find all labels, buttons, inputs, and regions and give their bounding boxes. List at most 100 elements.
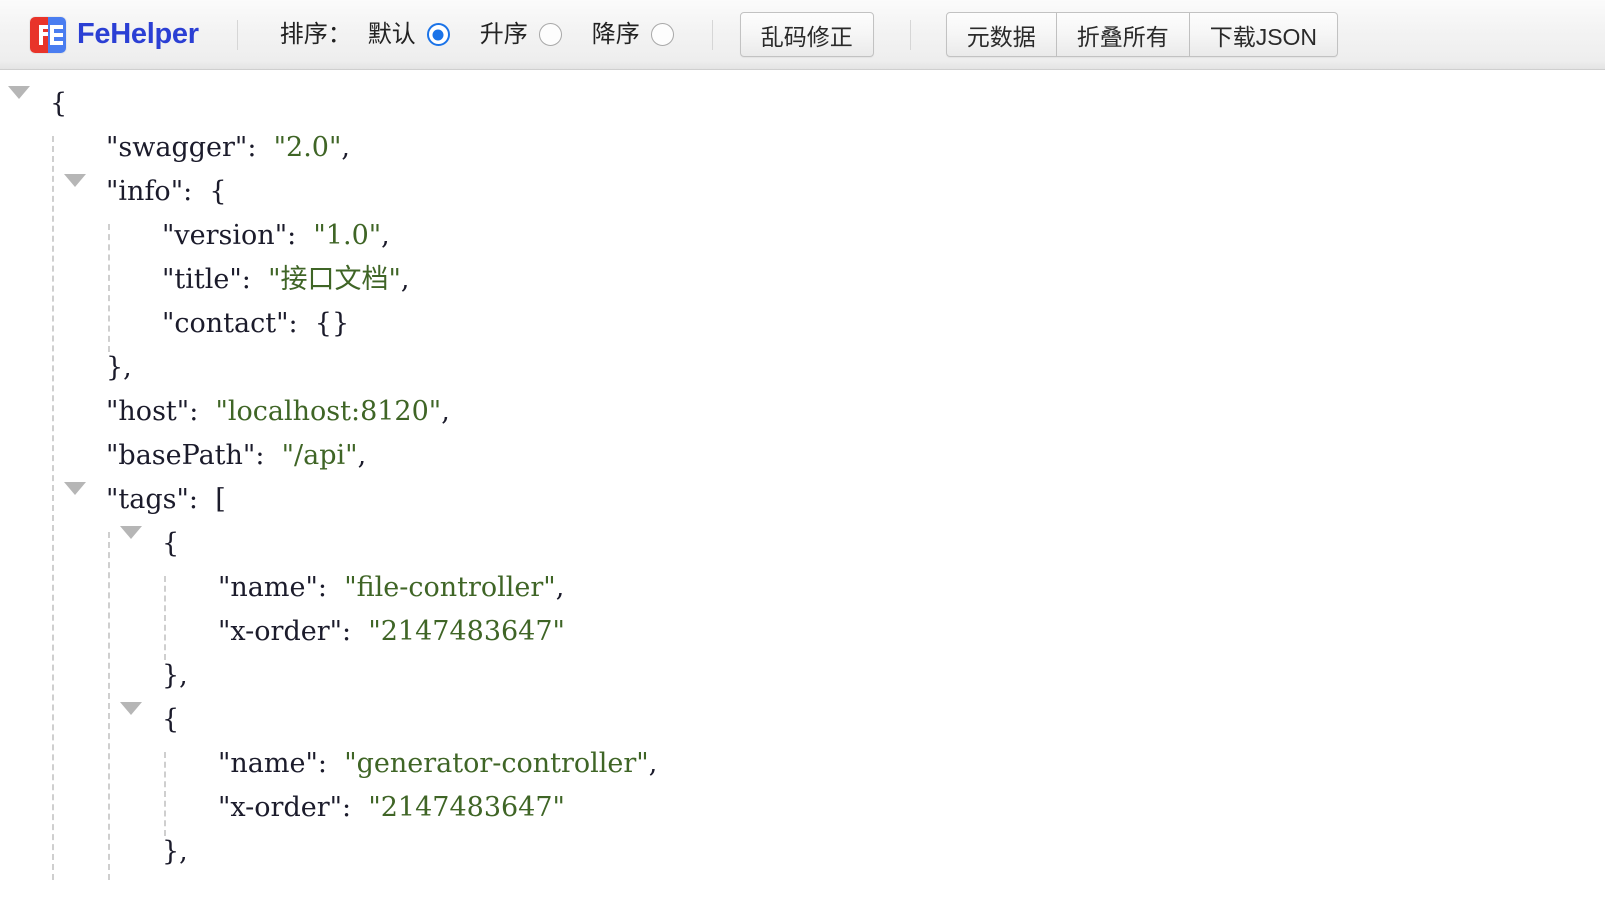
json-line: "tags": [ [0,478,1605,522]
json-string-value: "接口文档" [268,264,401,295]
sort-option-desc[interactable]: 降序 [591,20,674,48]
json-string-value: "generator-controller" [344,748,649,779]
json-string-value: "/api" [281,440,358,471]
json-line: { [0,522,1605,566]
json-line: "x-order": "2147483647" [0,610,1605,654]
json-line: "name": "generator-controller", [0,742,1605,786]
brand: FeHelper [30,16,199,53]
json-key: "info": [106,176,193,207]
json-punctuation: [ [198,484,226,515]
json-punctuation: }, [106,352,132,383]
metadata-button[interactable]: 元数据 [945,12,1057,57]
json-line: { [0,82,1605,126]
json-punctuation: }, [162,836,188,867]
json-key: "basePath": [106,440,265,471]
json-punctuation [327,572,344,603]
json-string-value: "file-controller" [344,572,556,603]
json-punctuation: { [162,704,180,735]
json-line-content: "host": "localhost:8120", [106,396,450,427]
json-line: "contact": {} [0,302,1605,346]
json-line-content: "info": { [106,176,227,207]
json-tree-viewer[interactable]: { "swagger": "2.0", "info": { "version": "1… [0,70,1605,897]
json-key: "contact": [162,308,298,339]
json-key: "tags": [106,484,199,515]
json-punctuation [256,132,273,163]
json-punctuation [198,396,215,427]
json-line-content: }, [162,836,188,867]
json-line: "version": "1.0", [0,214,1605,258]
json-line: "name": "file-controller", [0,566,1605,610]
json-key: "title": [162,264,251,295]
json-string-value: "2.0" [273,132,342,163]
json-line: "swagger": "2.0", [0,126,1605,170]
json-punctuation: , [400,264,410,295]
json-punctuation: { [192,176,227,207]
json-punctuation: , [381,220,390,251]
download-json-button[interactable]: 下载JSON [1189,12,1339,57]
json-punctuation [251,264,268,295]
json-punctuation [351,616,368,647]
sort-option-default[interactable]: 默认 [367,20,450,48]
fehelper-logo-icon [30,16,66,53]
sort-option-default-label: 默认 [367,20,416,48]
json-line-content: "swagger": "2.0", [106,132,350,163]
json-line: "basePath": "/api", [0,434,1605,478]
json-punctuation: {} [297,308,350,339]
json-line: "title": "接口文档", [0,258,1605,302]
json-punctuation: , [555,572,565,603]
json-line: "host": "localhost:8120", [0,390,1605,434]
radio-default-icon[interactable] [426,23,450,46]
json-line-content: "name": "file-controller", [218,572,564,603]
json-key: "name": [218,748,328,779]
toolbar-divider-1 [236,19,238,50]
brand-name: FeHelper [77,18,199,50]
json-punctuation: , [357,440,367,471]
json-line-content: "basePath": "/api", [106,440,366,471]
json-string-value: "1.0" [313,220,382,251]
json-string-value: "localhost:8120" [215,396,442,427]
collapse-all-button[interactable]: 折叠所有 [1056,12,1190,57]
json-punctuation [296,220,313,251]
json-punctuation [327,748,344,779]
sort-label: 排序： [279,20,352,48]
json-punctuation: { [162,528,180,559]
json-line-content: }, [162,660,188,691]
toolbar: FeHelper 排序： 默认 升序 降序 乱码修正 元数据 折叠所有 下载JS… [0,0,1605,70]
json-punctuation: { [50,88,68,119]
json-line-content: "tags": [ [106,484,226,515]
json-key: "x-order": [218,616,352,647]
json-line-content: { [162,704,179,735]
json-line: }, [0,654,1605,698]
json-string-value: "2147483647" [368,792,565,823]
sort-option-asc[interactable]: 升序 [479,20,562,48]
json-line: "info": { [0,170,1605,214]
toolbar-divider-3 [909,19,911,50]
toolbar-divider-2 [711,19,713,50]
json-line-content: }, [106,352,132,383]
json-punctuation: , [441,396,450,427]
json-key: "host": [106,396,199,427]
sort-option-asc-label: 升序 [479,20,528,48]
json-punctuation: }, [162,660,188,691]
radio-asc-icon[interactable] [538,23,562,46]
json-line: }, [0,830,1605,874]
json-punctuation [351,792,368,823]
json-key: "x-order": [218,792,352,823]
radio-desc-icon[interactable] [650,23,674,46]
encoding-fix-button[interactable]: 乱码修正 [739,12,874,57]
json-key: "swagger": [106,132,257,163]
json-punctuation: , [648,748,658,779]
json-key: "name": [218,572,328,603]
json-string-value: "2147483647" [368,616,565,647]
action-button-group: 元数据 折叠所有 下载JSON [945,12,1339,57]
json-line: { [0,698,1605,742]
json-line-content: "contact": {} [162,308,349,339]
json-key: "version": [162,220,297,251]
json-line: "x-order": "2147483647" [0,786,1605,830]
json-line-content: "title": "接口文档", [162,264,410,295]
sort-option-desc-label: 降序 [591,20,640,48]
json-line-content: "version": "1.0", [162,220,390,251]
json-line: }, [0,346,1605,390]
json-line-content: "name": "generator-controller", [218,748,657,779]
sort-radio-group: 排序： 默认 升序 降序 [279,20,674,48]
